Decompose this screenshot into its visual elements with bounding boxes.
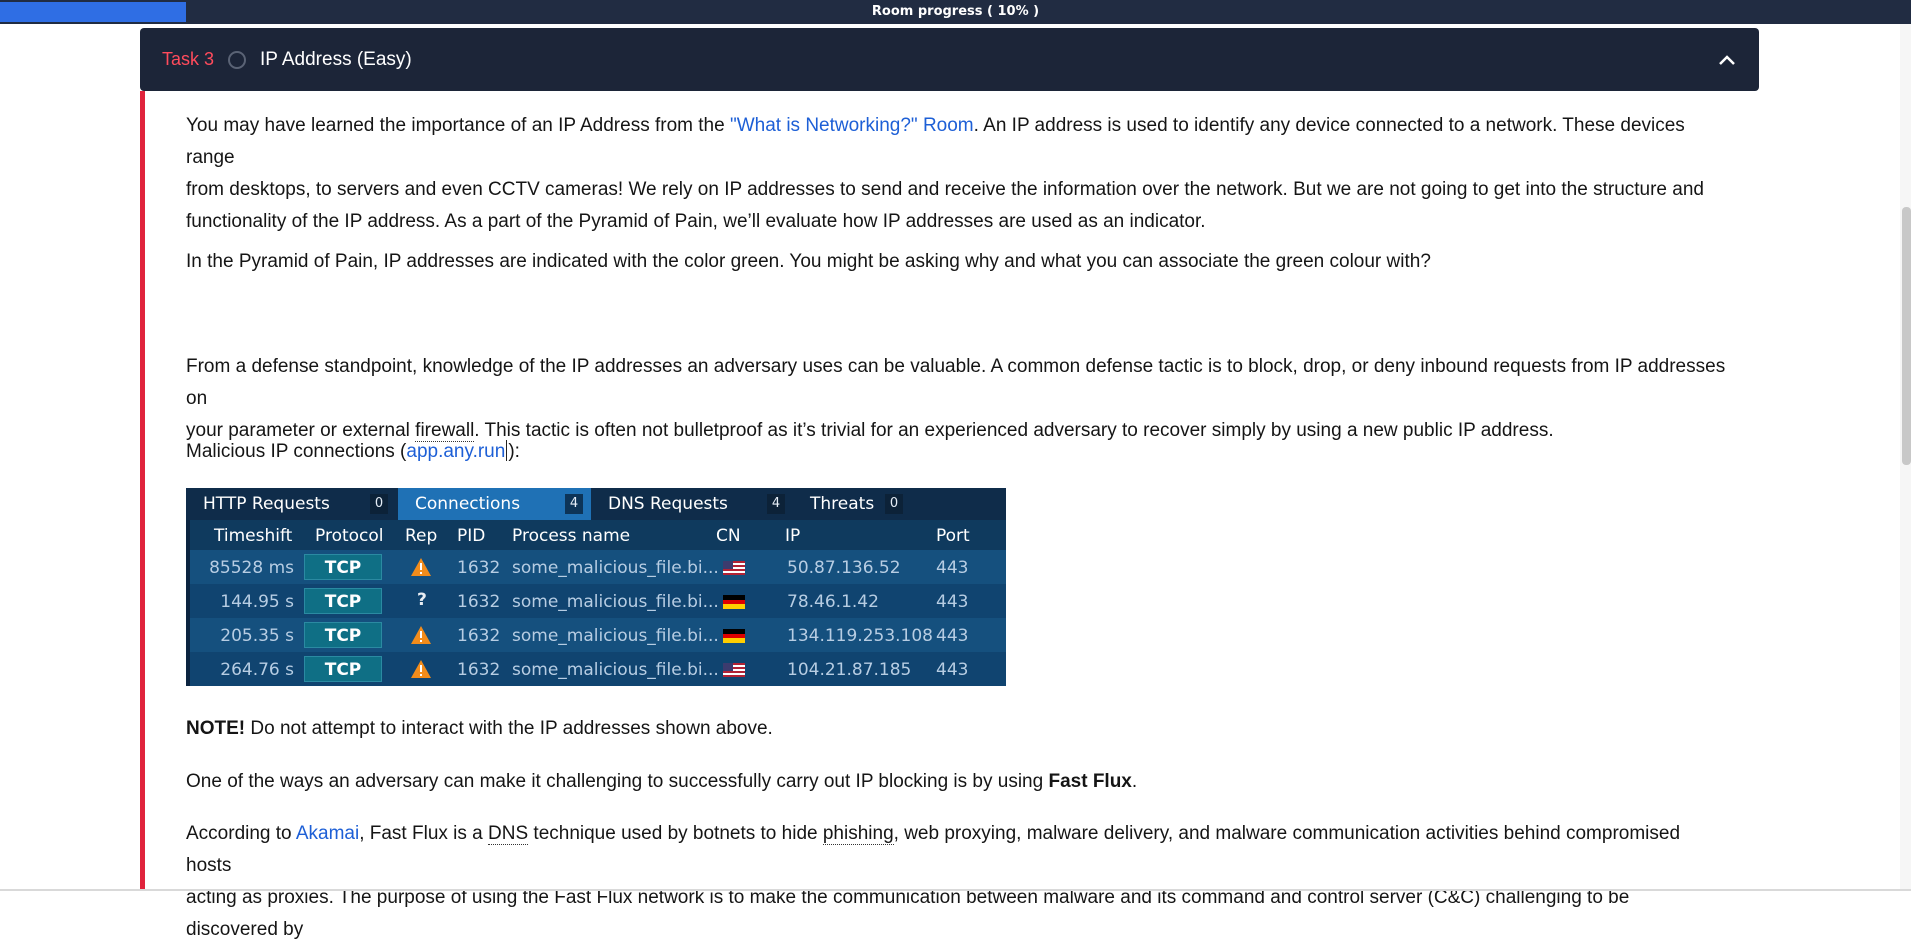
task-title: IP Address (Easy): [260, 48, 412, 70]
text-segment: acting as proxies. The purpose of using …: [186, 887, 1630, 940]
column-header: CN: [716, 526, 741, 546]
pid-cell: 1632: [457, 592, 501, 612]
column-header: Protocol: [315, 526, 384, 546]
tab-label: Threats: [810, 494, 875, 514]
port-cell: 443: [936, 626, 969, 646]
pid-cell: 1632: [457, 558, 501, 578]
dns-term[interactable]: DNS: [488, 823, 529, 845]
tab-count: 0: [370, 494, 388, 514]
page-scrollbar-thumb[interactable]: [1902, 207, 1911, 465]
tab-count: 4: [767, 494, 785, 514]
text-segment: technique used by botnets to hide: [528, 823, 823, 844]
tab-count: 4: [565, 494, 583, 514]
timeshift-cell: 205.35 s: [220, 626, 294, 646]
paragraph-pyramid-green: In the Pyramid of Pain, IP addresses are…: [186, 251, 1431, 272]
anyrun-tab-http: HTTP Requests 0: [186, 488, 396, 520]
room-progress-label: Room progress ( 10% ): [871, 4, 1040, 19]
timeshift-cell: 144.95 s: [220, 592, 294, 612]
protocol-badge: TCP: [304, 656, 382, 682]
text-segment: From a defense standpoint, knowledge of …: [186, 356, 1726, 409]
tab-label: DNS Requests: [608, 494, 728, 514]
ip-cell: 104.21.87.185: [787, 660, 912, 680]
table-row: 264.76 s TCP 1632 some_malicious_file.bi…: [186, 652, 1006, 686]
protocol-badge: TCP: [304, 588, 382, 614]
tab-count: 0: [885, 494, 903, 514]
de-flag-icon: [723, 629, 745, 643]
ip-cell: 134.119.253.108: [787, 626, 934, 646]
paragraph-note: NOTE! Do not attempt to interact with th…: [186, 713, 1726, 745]
paragraph-defense: From a defense standpoint, knowledge of …: [186, 351, 1726, 447]
paragraph-ip-intro: You may have learned the importance of a…: [186, 110, 1726, 238]
table-row: 85528 ms TCP 1632 some_malicious_file.bi…: [186, 550, 1006, 584]
de-flag-icon: [723, 595, 745, 609]
anyrun-connections-image: HTTP Requests 0 Connections 4 DNS Reques…: [186, 488, 1006, 686]
process-name-cell: some_malicious_file.bi...: [512, 660, 719, 680]
paragraph-fast-flux: One of the ways an adversary can make it…: [186, 766, 1726, 798]
anyrun-tab-connections: Connections 4: [398, 488, 591, 520]
tab-label: HTTP Requests: [203, 494, 330, 514]
task-header[interactable]: Task 3 IP Address (Easy): [140, 28, 1759, 91]
unknown-reputation-icon: ?: [417, 590, 427, 610]
column-header: Timeshift: [214, 526, 293, 546]
anyrun-tabs: HTTP Requests 0 Connections 4 DNS Reques…: [186, 488, 1006, 520]
text-segment: You may have learned the importance of a…: [186, 115, 730, 136]
column-header: Rep: [405, 526, 438, 546]
text-segment: from desktops, to servers and even CCTV …: [186, 179, 1704, 200]
task-content: You may have learned the importance of a…: [140, 91, 1759, 940]
table-row: 144.95 s TCP ? 1632 some_malicious_file.…: [186, 584, 1006, 618]
column-header: PID: [457, 526, 486, 546]
paragraph-akamai: According to Akamai, Fast Flux is a DNS …: [186, 818, 1726, 946]
process-name-cell: some_malicious_file.bi...: [512, 626, 719, 646]
port-cell: 443: [936, 660, 969, 680]
text-segment: ):: [508, 441, 520, 462]
protocol-badge: TCP: [304, 554, 382, 580]
room-progress-bar: Room progress ( 10% ): [0, 0, 1911, 24]
timeshift-cell: 85528 ms: [209, 558, 294, 578]
column-header: IP: [785, 526, 801, 546]
note-label: NOTE!: [186, 718, 246, 739]
text-segment: According to: [186, 823, 296, 844]
process-name-cell: some_malicious_file.bi...: [512, 558, 719, 578]
text-segment: Do not attempt to interact with the IP a…: [245, 718, 773, 739]
chevron-up-icon[interactable]: [1717, 50, 1737, 70]
task-status-circle-icon: [228, 50, 247, 69]
warning-icon: [411, 558, 431, 576]
protocol-badge: TCP: [304, 622, 382, 648]
port-cell: 443: [936, 558, 969, 578]
column-header: Process name: [512, 526, 631, 546]
phishing-term[interactable]: phishing: [822, 823, 894, 845]
anyrun-tab-threats: Threats 0: [793, 488, 911, 520]
tab-label: Connections: [415, 494, 521, 514]
table-row: 205.35 s TCP 1632 some_malicious_file.bi…: [186, 618, 1006, 652]
column-header: Port: [936, 526, 970, 546]
pid-cell: 1632: [457, 660, 501, 680]
what-is-networking-link[interactable]: "What is Networking?" Room: [730, 115, 974, 136]
fast-flux-term: Fast Flux: [1048, 771, 1132, 792]
port-cell: 443: [936, 592, 969, 612]
text-segment: One of the ways an adversary can make it…: [186, 771, 1049, 792]
anyrun-tab-dns: DNS Requests 4: [591, 488, 793, 520]
paragraph-malicious-connections: Malicious IP connections (app.any.run):: [186, 436, 1726, 468]
warning-icon: [411, 626, 431, 644]
ip-cell: 50.87.136.52: [787, 558, 901, 578]
anyrun-link[interactable]: app.any.run: [406, 441, 505, 462]
process-name-cell: some_malicious_file.bi...: [512, 592, 719, 612]
task-number: Task 3: [162, 49, 215, 69]
us-flag-icon: [723, 663, 745, 677]
us-flag-icon: [723, 561, 745, 575]
text-segment: functionality of the IP address. As a pa…: [186, 211, 1206, 232]
anyrun-table-header: Timeshift Protocol Rep PID Process name …: [186, 520, 1006, 550]
text-segment: Malicious IP connections (: [186, 441, 407, 462]
warning-icon: [411, 660, 431, 678]
akamai-link[interactable]: Akamai: [296, 823, 359, 844]
pid-cell: 1632: [457, 626, 501, 646]
ip-cell: 78.46.1.42: [787, 592, 879, 612]
timeshift-cell: 264.76 s: [220, 660, 294, 680]
text-segment: , Fast Flux is a: [359, 823, 489, 844]
text-segment: .: [1131, 771, 1138, 792]
